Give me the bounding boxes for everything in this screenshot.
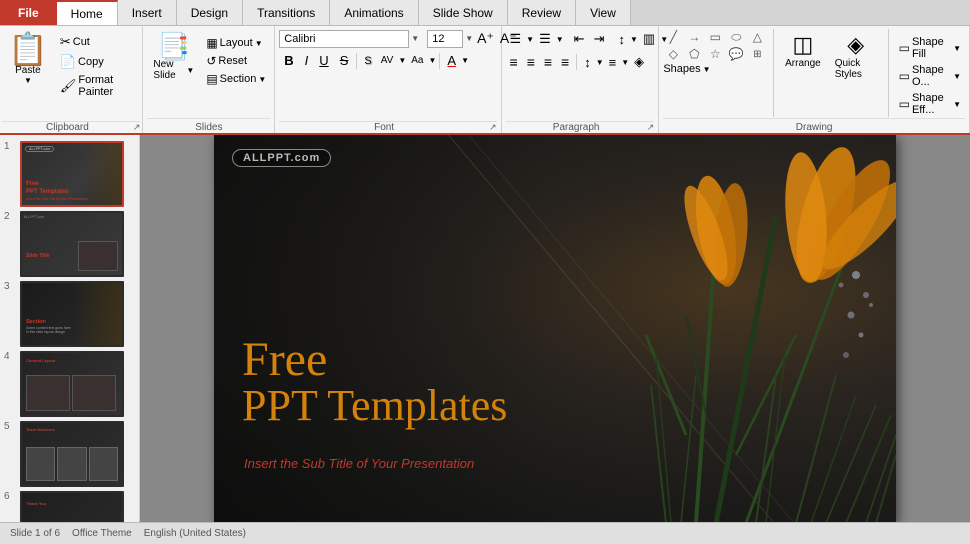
increase-font-button[interactable]: A⁺ bbox=[475, 29, 496, 48]
slide-thumb-5[interactable]: 5 Team Members bbox=[4, 421, 135, 487]
slide-info: Slide 1 of 6 bbox=[10, 528, 60, 539]
case-button[interactable]: Aa bbox=[407, 53, 427, 68]
v-separator2 bbox=[888, 29, 889, 117]
slide-thumb-1[interactable]: 1 ALLPPT.com Free PPT Templates Insert t… bbox=[4, 141, 135, 207]
font-color-button[interactable]: A bbox=[443, 51, 460, 70]
shape-diamond[interactable]: ◇ bbox=[663, 46, 683, 62]
paragraph-group: ☰ ▼ ☰ ▼ ⇤ ⇥ ↕ ▼ ▥ ▼ ≡ ≡ ≡ ≡ bbox=[502, 26, 660, 133]
shape-scroll[interactable]: ⊞ bbox=[747, 46, 767, 62]
quick-styles-button[interactable]: ◈ Quick Styles bbox=[830, 29, 882, 83]
shape-line[interactable]: ╱ bbox=[663, 29, 683, 45]
slide-thumb-6[interactable]: 6 Thank You Some person running bbox=[4, 491, 135, 522]
slide-panel: 1 ALLPPT.com Free PPT Templates Insert t… bbox=[0, 135, 140, 522]
text-direction-button[interactable]: ↕ bbox=[580, 53, 595, 72]
tab-insert[interactable]: Insert bbox=[118, 0, 177, 25]
shape-triangle[interactable]: △ bbox=[747, 29, 767, 45]
strikethrough-button[interactable]: S bbox=[335, 51, 354, 70]
tab-transitions[interactable]: Transitions bbox=[243, 0, 330, 25]
shape-outline-button[interactable]: ▭ Shape O... ▼ bbox=[895, 63, 965, 89]
shapes-label: Shapes bbox=[663, 63, 700, 75]
shape-star[interactable]: ☆ bbox=[705, 46, 725, 62]
font-size-input[interactable] bbox=[427, 30, 463, 48]
slide-title[interactable]: Free PPT Templates bbox=[242, 336, 507, 428]
shape-fill-button[interactable]: ▭ Shape Fill ▼ bbox=[895, 35, 965, 61]
slide-number-6: 6 bbox=[4, 491, 16, 502]
increase-indent-button[interactable]: ⇥ bbox=[590, 29, 609, 49]
tab-review[interactable]: Review bbox=[508, 0, 576, 25]
decrease-indent-button[interactable]: ⇤ bbox=[570, 29, 589, 49]
paste-button[interactable]: 📋 Paste ▼ bbox=[2, 29, 54, 89]
convert-smartart-button[interactable]: ◈ bbox=[630, 52, 648, 72]
align-right-button[interactable]: ≡ bbox=[540, 52, 556, 72]
bold-button[interactable]: B bbox=[279, 51, 298, 70]
justify-button[interactable]: ≡ bbox=[557, 52, 573, 72]
slide-title-line2: PPT Templates bbox=[242, 384, 507, 428]
brand-logo: ALLPPT.com bbox=[232, 149, 331, 167]
shape-pentagon[interactable]: ⬠ bbox=[684, 46, 704, 62]
shape-callout[interactable]: 💬 bbox=[726, 46, 746, 62]
tab-view[interactable]: View bbox=[576, 0, 631, 25]
format-painter-button[interactable]: 🖌 Format Painter bbox=[56, 73, 141, 99]
italic-button[interactable]: I bbox=[300, 51, 314, 70]
tab-slideshow[interactable]: Slide Show bbox=[419, 0, 508, 25]
layout-button[interactable]: ▦ Layout ▼ bbox=[202, 35, 270, 51]
slide-thumb-2[interactable]: 2 ALLPPT.com Slide Title bbox=[4, 211, 135, 277]
cut-button[interactable]: ✂ Cut bbox=[56, 33, 141, 51]
font-family-input[interactable] bbox=[279, 30, 409, 48]
v-separator bbox=[773, 29, 774, 117]
align-text-button[interactable]: ≡ bbox=[605, 53, 621, 72]
slide-number-2: 2 bbox=[4, 211, 16, 222]
language-info: English (United States) bbox=[144, 528, 246, 539]
tab-design[interactable]: Design bbox=[177, 0, 243, 25]
bullets-button[interactable]: ☰ bbox=[506, 29, 526, 49]
slide-number-5: 5 bbox=[4, 421, 16, 432]
underline-button[interactable]: U bbox=[314, 51, 333, 70]
arrange-button[interactable]: ◫ Arrange bbox=[780, 29, 826, 72]
tab-file[interactable]: File bbox=[0, 0, 57, 25]
align-left-button[interactable]: ≡ bbox=[506, 52, 522, 72]
canvas-area: ALLPPT.com Free PPT Templates Insert the… bbox=[140, 135, 970, 522]
shape-rect[interactable]: ▭ bbox=[705, 29, 725, 45]
tab-animations[interactable]: Animations bbox=[330, 0, 418, 25]
status-bar: Slide 1 of 6 Office Theme English (Unite… bbox=[0, 522, 970, 544]
tab-home[interactable]: Home bbox=[57, 0, 118, 25]
text-shadow-button[interactable]: S bbox=[360, 53, 375, 69]
slide-canvas[interactable]: ALLPPT.com Free PPT Templates Insert the… bbox=[214, 135, 896, 522]
clipboard-group: 📋 Paste ▼ ✂ Cut 📄 Copy 🖌 Format bbox=[0, 26, 143, 133]
slide-thumb-4[interactable]: 4 Content Layout bbox=[4, 351, 135, 417]
copy-button[interactable]: 📄 Copy bbox=[56, 53, 141, 71]
slide-thumb-3[interactable]: 3 Section Some content text goes here in… bbox=[4, 281, 135, 347]
slide-number-3: 3 bbox=[4, 281, 16, 292]
slide-subtitle[interactable]: Insert the Sub Title of Your Presentatio… bbox=[244, 456, 474, 471]
new-slide-button[interactable]: 📑 New Slide ▼ bbox=[147, 29, 200, 85]
theme-info: Office Theme bbox=[72, 528, 132, 539]
reset-button[interactable]: ↺ Reset bbox=[202, 53, 270, 69]
line-spacing-button[interactable]: ↕ bbox=[614, 30, 629, 49]
drawing-group: ╱ → ▭ ⬭ △ ◇ ⬠ ☆ 💬 ⊞ Shapes ▼ bbox=[659, 26, 970, 133]
slide-number-4: 4 bbox=[4, 351, 16, 362]
shape-effects-button[interactable]: ▭ Shape Eff... ▼ bbox=[895, 91, 965, 117]
shape-oval[interactable]: ⬭ bbox=[726, 29, 746, 45]
slide-number-1: 1 bbox=[4, 141, 16, 152]
character-spacing-button[interactable]: AV bbox=[377, 53, 398, 68]
columns-button[interactable]: ▥ bbox=[639, 29, 659, 49]
slides-group: 📑 New Slide ▼ ▦ Layout ▼ ↺ Reset bbox=[143, 26, 275, 133]
align-center-button[interactable]: ≡ bbox=[523, 52, 539, 72]
numbering-button[interactable]: ☰ bbox=[535, 29, 555, 49]
slide-title-line1: Free bbox=[242, 336, 507, 384]
shape-arrow[interactable]: → bbox=[684, 29, 704, 45]
font-group: ▼ ▼ A⁺ A⁻ B I U S S AV ▼ Aa ▼ bbox=[275, 26, 501, 133]
section-button[interactable]: ▤ Section ▼ bbox=[202, 71, 270, 87]
